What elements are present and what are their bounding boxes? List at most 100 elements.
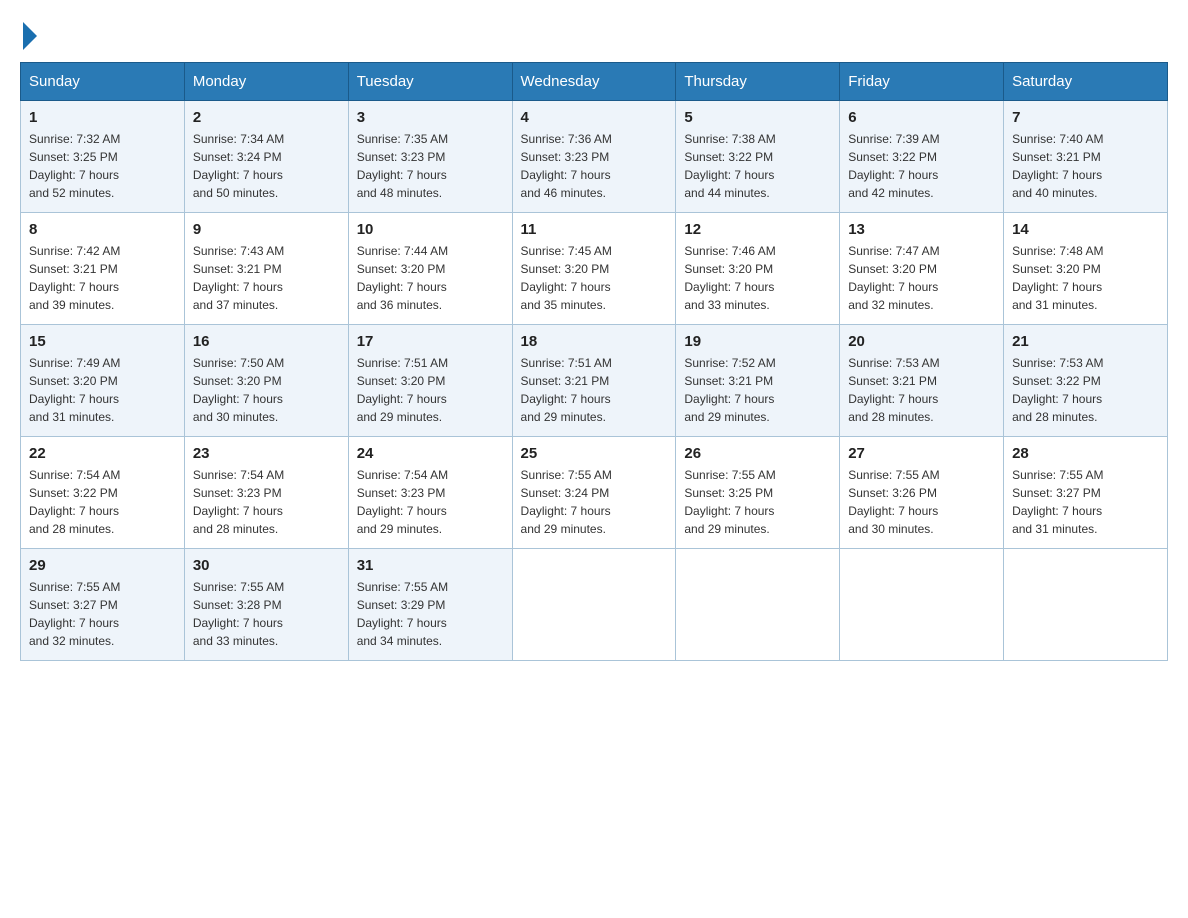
day-info: Sunrise: 7:53 AMSunset: 3:22 PMDaylight:… — [1012, 354, 1159, 426]
day-number: 5 — [684, 109, 831, 126]
day-info: Sunrise: 7:49 AMSunset: 3:20 PMDaylight:… — [29, 354, 176, 426]
day-info: Sunrise: 7:36 AMSunset: 3:23 PMDaylight:… — [521, 130, 668, 202]
day-number: 24 — [357, 445, 504, 462]
day-info: Sunrise: 7:45 AMSunset: 3:20 PMDaylight:… — [521, 242, 668, 314]
calendar-cell: 20 Sunrise: 7:53 AMSunset: 3:21 PMDayligh… — [840, 325, 1004, 437]
weekday-header-tuesday: Tuesday — [348, 63, 512, 101]
calendar-cell: 11 Sunrise: 7:45 AMSunset: 3:20 PMDayligh… — [512, 213, 676, 325]
weekday-header-thursday: Thursday — [676, 63, 840, 101]
day-info: Sunrise: 7:54 AMSunset: 3:22 PMDaylight:… — [29, 466, 176, 538]
day-number: 26 — [684, 445, 831, 462]
week-row-3: 15Sunrise: 7:49 AMSunset: 3:20 PMDayligh… — [21, 325, 1168, 437]
calendar-table: SundayMondayTuesdayWednesdayThursdayFrid… — [20, 62, 1168, 661]
day-info: Sunrise: 7:51 AMSunset: 3:21 PMDaylight:… — [521, 354, 668, 426]
day-info: Sunrise: 7:54 AMSunset: 3:23 PMDaylight:… — [357, 466, 504, 538]
calendar-cell: 7Sunrise: 7:40 AMSunset: 3:21 PMDaylight… — [1004, 101, 1168, 213]
weekday-header-row: SundayMondayTuesdayWednesdayThursdayFrid… — [21, 63, 1168, 101]
day-number: 23 — [193, 445, 340, 462]
calendar-cell: 24 Sunrise: 7:54 AMSunset: 3:23 PMDayligh… — [348, 437, 512, 549]
day-number: 10 — [357, 221, 504, 238]
weekday-header-monday: Monday — [184, 63, 348, 101]
day-info: Sunrise: 7:55 AMSunset: 3:25 PMDaylight:… — [684, 466, 831, 538]
calendar-cell: 19 Sunrise: 7:52 AMSunset: 3:21 PMDayligh… — [676, 325, 840, 437]
day-info: Sunrise: 7:38 AMSunset: 3:22 PMDaylight:… — [684, 130, 831, 202]
calendar-cell: 14Sunrise: 7:48 AMSunset: 3:20 PMDayligh… — [1004, 213, 1168, 325]
calendar-cell: 6 Sunrise: 7:39 AMSunset: 3:22 PMDaylight… — [840, 101, 1004, 213]
logo — [20, 20, 37, 46]
day-info: Sunrise: 7:44 AMSunset: 3:20 PMDaylight:… — [357, 242, 504, 314]
day-info: Sunrise: 7:32 AMSunset: 3:25 PMDaylight:… — [29, 130, 176, 202]
day-number: 27 — [848, 445, 995, 462]
day-number: 9 — [193, 221, 340, 238]
calendar-cell: 12 Sunrise: 7:46 AMSunset: 3:20 PMDayligh… — [676, 213, 840, 325]
calendar-cell: 2 Sunrise: 7:34 AMSunset: 3:24 PMDaylight… — [184, 101, 348, 213]
day-info: Sunrise: 7:39 AMSunset: 3:22 PMDaylight:… — [848, 130, 995, 202]
day-number: 17 — [357, 333, 504, 350]
calendar-cell — [1004, 549, 1168, 661]
day-info: Sunrise: 7:54 AMSunset: 3:23 PMDaylight:… — [193, 466, 340, 538]
day-number: 21 — [1012, 333, 1159, 350]
day-number: 7 — [1012, 109, 1159, 126]
day-info: Sunrise: 7:51 AMSunset: 3:20 PMDaylight:… — [357, 354, 504, 426]
day-number: 3 — [357, 109, 504, 126]
day-number: 19 — [684, 333, 831, 350]
week-row-5: 29Sunrise: 7:55 AMSunset: 3:27 PMDayligh… — [21, 549, 1168, 661]
week-row-2: 8 Sunrise: 7:42 AMSunset: 3:21 PMDaylight… — [21, 213, 1168, 325]
day-number: 16 — [193, 333, 340, 350]
day-number: 6 — [848, 109, 995, 126]
logo-triangle-icon — [23, 22, 37, 50]
calendar-cell: 4Sunrise: 7:36 AMSunset: 3:23 PMDaylight… — [512, 101, 676, 213]
day-number: 20 — [848, 333, 995, 350]
day-info: Sunrise: 7:42 AMSunset: 3:21 PMDaylight:… — [29, 242, 176, 314]
day-number: 30 — [193, 557, 340, 574]
calendar-cell: 30 Sunrise: 7:55 AMSunset: 3:28 PMDayligh… — [184, 549, 348, 661]
calendar-cell: 22Sunrise: 7:54 AMSunset: 3:22 PMDayligh… — [21, 437, 185, 549]
calendar-cell: 26 Sunrise: 7:55 AMSunset: 3:25 PMDayligh… — [676, 437, 840, 549]
calendar-cell: 28Sunrise: 7:55 AMSunset: 3:27 PMDayligh… — [1004, 437, 1168, 549]
day-number: 25 — [521, 445, 668, 462]
week-row-1: 1 Sunrise: 7:32 AMSunset: 3:25 PMDaylight… — [21, 101, 1168, 213]
day-info: Sunrise: 7:46 AMSunset: 3:20 PMDaylight:… — [684, 242, 831, 314]
day-number: 31 — [357, 557, 504, 574]
calendar-cell: 31Sunrise: 7:55 AMSunset: 3:29 PMDayligh… — [348, 549, 512, 661]
day-info: Sunrise: 7:43 AMSunset: 3:21 PMDaylight:… — [193, 242, 340, 314]
day-info: Sunrise: 7:48 AMSunset: 3:20 PMDaylight:… — [1012, 242, 1159, 314]
page-header — [20, 20, 1168, 46]
day-number: 12 — [684, 221, 831, 238]
calendar-cell — [512, 549, 676, 661]
week-row-4: 22Sunrise: 7:54 AMSunset: 3:22 PMDayligh… — [21, 437, 1168, 549]
day-info: Sunrise: 7:52 AMSunset: 3:21 PMDaylight:… — [684, 354, 831, 426]
calendar-cell: 9 Sunrise: 7:43 AMSunset: 3:21 PMDaylight… — [184, 213, 348, 325]
day-info: Sunrise: 7:55 AMSunset: 3:26 PMDaylight:… — [848, 466, 995, 538]
calendar-cell: 10 Sunrise: 7:44 AMSunset: 3:20 PMDayligh… — [348, 213, 512, 325]
day-number: 2 — [193, 109, 340, 126]
calendar-cell: 27 Sunrise: 7:55 AMSunset: 3:26 PMDayligh… — [840, 437, 1004, 549]
calendar-cell: 16Sunrise: 7:50 AMSunset: 3:20 PMDayligh… — [184, 325, 348, 437]
day-number: 13 — [848, 221, 995, 238]
day-info: Sunrise: 7:35 AMSunset: 3:23 PMDaylight:… — [357, 130, 504, 202]
day-number: 8 — [29, 221, 176, 238]
calendar-cell: 17 Sunrise: 7:51 AMSunset: 3:20 PMDayligh… — [348, 325, 512, 437]
day-info: Sunrise: 7:55 AMSunset: 3:24 PMDaylight:… — [521, 466, 668, 538]
day-number: 28 — [1012, 445, 1159, 462]
day-number: 11 — [521, 221, 668, 238]
day-info: Sunrise: 7:53 AMSunset: 3:21 PMDaylight:… — [848, 354, 995, 426]
day-info: Sunrise: 7:55 AMSunset: 3:28 PMDaylight:… — [193, 578, 340, 650]
calendar-cell: 21 Sunrise: 7:53 AMSunset: 3:22 PMDayligh… — [1004, 325, 1168, 437]
calendar-cell: 8 Sunrise: 7:42 AMSunset: 3:21 PMDaylight… — [21, 213, 185, 325]
day-info: Sunrise: 7:34 AMSunset: 3:24 PMDaylight:… — [193, 130, 340, 202]
calendar-cell: 1 Sunrise: 7:32 AMSunset: 3:25 PMDaylight… — [21, 101, 185, 213]
day-number: 18 — [521, 333, 668, 350]
weekday-header-saturday: Saturday — [1004, 63, 1168, 101]
calendar-cell: 25 Sunrise: 7:55 AMSunset: 3:24 PMDayligh… — [512, 437, 676, 549]
day-info: Sunrise: 7:47 AMSunset: 3:20 PMDaylight:… — [848, 242, 995, 314]
calendar-cell — [676, 549, 840, 661]
calendar-cell — [840, 549, 1004, 661]
calendar-cell: 3 Sunrise: 7:35 AMSunset: 3:23 PMDaylight… — [348, 101, 512, 213]
calendar-cell: 13 Sunrise: 7:47 AMSunset: 3:20 PMDayligh… — [840, 213, 1004, 325]
day-info: Sunrise: 7:55 AMSunset: 3:27 PMDaylight:… — [29, 578, 176, 650]
weekday-header-friday: Friday — [840, 63, 1004, 101]
calendar-cell: 15Sunrise: 7:49 AMSunset: 3:20 PMDayligh… — [21, 325, 185, 437]
weekday-header-wednesday: Wednesday — [512, 63, 676, 101]
day-number: 1 — [29, 109, 176, 126]
